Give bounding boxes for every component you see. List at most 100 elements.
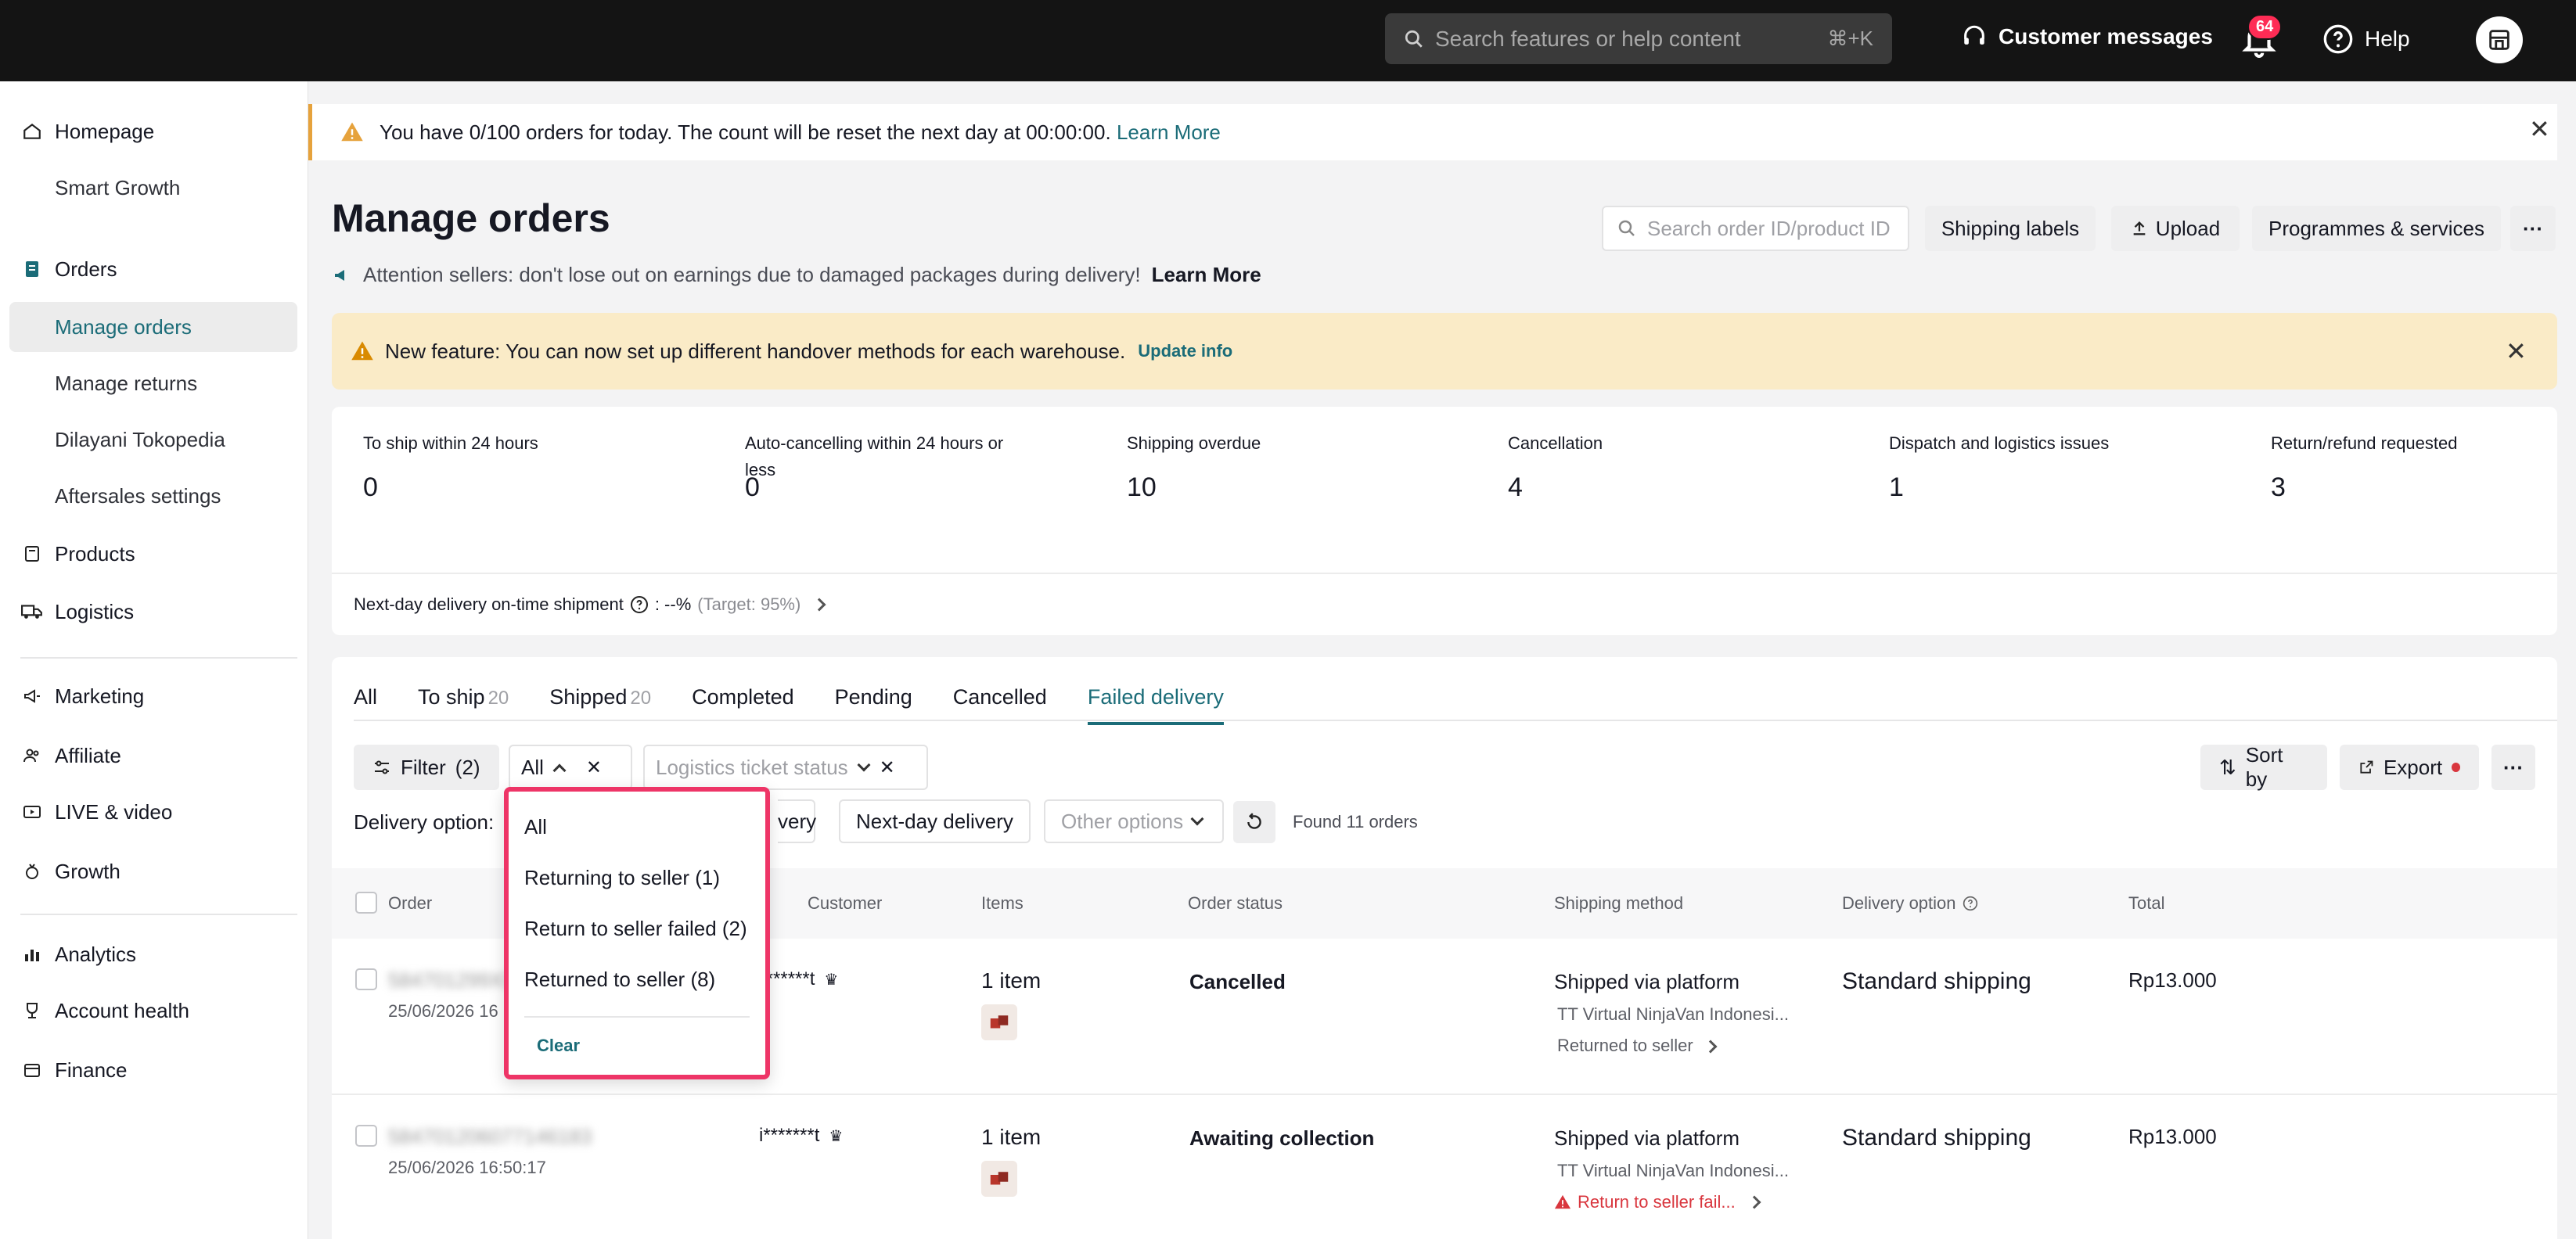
clear-icon[interactable]: ✕ xyxy=(586,756,602,779)
shipping-labels-button[interactable]: Shipping labels xyxy=(1925,206,2096,251)
stat-dispatch-issues[interactable]: Dispatch and logistics issues 1 xyxy=(1889,430,2155,503)
sidebar-item-manage-orders[interactable]: Manage orders xyxy=(9,302,297,352)
sidebar-item-live-video[interactable]: LIVE & video xyxy=(0,796,308,828)
shipment-status-text: Return to seller fail... xyxy=(1578,1192,1736,1212)
global-search-input[interactable]: Search features or help content ⌘+K xyxy=(1385,13,1892,64)
stat-value: 4 xyxy=(1508,472,1523,502)
sort-by-button[interactable]: ⇅ Sort by xyxy=(2200,743,2327,791)
more-options-icon[interactable]: ··· xyxy=(2491,745,2535,790)
sidebar-item-orders[interactable]: Orders xyxy=(0,253,308,285)
sidebar-label-account-health: Account health xyxy=(55,998,190,1022)
shipment-status-link[interactable]: Returned to seller xyxy=(1557,1036,1718,1056)
sidebar-item-aftersales-settings[interactable]: Aftersales settings xyxy=(0,480,308,512)
home-icon xyxy=(20,120,44,143)
reset-filters-button[interactable] xyxy=(1233,801,1275,843)
help-icon[interactable] xyxy=(1963,896,1978,911)
dropdown-clear-button[interactable]: Clear xyxy=(537,1036,580,1056)
chevron-down-icon xyxy=(1190,812,1204,826)
order-status: Cancelled xyxy=(1189,970,1286,993)
product-thumbnail[interactable] xyxy=(981,1004,1017,1040)
clear-icon[interactable]: ✕ xyxy=(880,756,895,779)
customer-messages-button[interactable]: Customer messages xyxy=(1961,23,2213,50)
programmes-services-button[interactable]: Programmes & services xyxy=(2252,206,2501,251)
stat-value: 1 xyxy=(1889,472,1904,502)
update-info-link[interactable]: Update info xyxy=(1138,341,1232,361)
dropdown-option-return-failed[interactable]: Return to seller failed (2) xyxy=(524,917,747,941)
upload-icon xyxy=(2133,221,2146,235)
delivery-option: Standard shipping xyxy=(1842,1125,2031,1151)
sidebar-label-smart-growth: Smart Growth xyxy=(55,175,181,199)
sidebar-label-growth: Growth xyxy=(55,859,121,883)
stat-shipping-overdue[interactable]: Shipping overdue 10 xyxy=(1127,430,1393,503)
help-icon[interactable] xyxy=(630,595,649,614)
select-all-checkbox[interactable] xyxy=(355,892,377,914)
tab-count: 20 xyxy=(487,688,509,709)
sidebar-item-affiliate[interactable]: Affiliate xyxy=(0,740,308,771)
sidebar-item-smart-growth[interactable]: Smart Growth xyxy=(0,172,308,203)
stat-auto-cancelling[interactable]: Auto-cancelling within 24 hours or less … xyxy=(745,430,1011,503)
refresh-icon xyxy=(1247,813,1261,829)
product-thumbnail[interactable] xyxy=(981,1161,1017,1197)
row-checkbox[interactable] xyxy=(355,1125,377,1147)
sidebar-item-manage-returns[interactable]: Manage returns xyxy=(0,368,308,399)
sidebar-item-marketing[interactable]: Marketing xyxy=(0,681,308,712)
sidebar-label-homepage: Homepage xyxy=(55,119,155,143)
other-options-select[interactable]: Other options xyxy=(1044,799,1224,843)
close-icon[interactable]: ✕ xyxy=(2506,336,2527,366)
more-options-icon[interactable]: ··· xyxy=(2510,206,2556,251)
ontime-shipment-metric[interactable]: Next-day delivery on-time shipment : --%… xyxy=(354,594,826,615)
filter-label: Filter xyxy=(401,755,446,779)
column-header-order-status: Order status xyxy=(1188,893,1283,913)
sidebar-item-finance[interactable]: Finance xyxy=(0,1054,308,1086)
truck-icon xyxy=(20,600,44,623)
dropdown-option-returning[interactable]: Returning to seller (1) xyxy=(524,866,720,890)
product-image-icon xyxy=(990,1015,1009,1029)
tab-label: Cancelled xyxy=(952,685,1047,709)
sidebar-label-marketing: Marketing xyxy=(55,684,145,708)
upload-button[interactable]: Upload xyxy=(2111,206,2240,251)
store-avatar[interactable] xyxy=(2476,16,2523,63)
table-row[interactable]: 584701206077146183 25/06/2026 16:50:17 i… xyxy=(332,1095,2557,1239)
stats-divider xyxy=(332,573,2557,574)
sidebar-label-finance: Finance xyxy=(55,1058,128,1082)
logistics-ticket-select[interactable]: Logistics ticket status ✕ xyxy=(643,745,928,790)
delivery-chip-next-day[interactable]: Next-day delivery xyxy=(839,799,1031,843)
help-button[interactable]: Help xyxy=(2322,23,2410,55)
sidebar-item-analytics[interactable]: Analytics xyxy=(0,939,308,970)
sidebar-item-growth[interactable]: Growth xyxy=(0,856,308,887)
return-status-select[interactable]: All ✕ xyxy=(509,745,632,790)
order-id[interactable]: 584701206077146183 xyxy=(388,1125,592,1149)
filter-button[interactable]: Filter (2) xyxy=(354,745,499,790)
sidebar-item-account-health[interactable]: Account health xyxy=(0,995,308,1026)
sidebar-item-products[interactable]: Products xyxy=(0,538,308,569)
stat-return-refund[interactable]: Return/refund requested 3 xyxy=(2271,430,2537,503)
column-header-customer: Customer xyxy=(808,893,882,914)
stat-cancellation[interactable]: Cancellation 4 xyxy=(1508,430,1774,503)
sidebar-item-dilayani-tokopedia[interactable]: Dilayani Tokopedia xyxy=(0,424,308,455)
warning-icon xyxy=(351,341,373,361)
tabs-divider xyxy=(354,720,2557,721)
export-button[interactable]: Export xyxy=(2340,745,2479,790)
delivery-option: Standard shipping xyxy=(1842,968,2031,994)
carrier-name: TT Virtual NinjaVan Indonesi... xyxy=(1557,1004,1789,1024)
sidebar-item-logistics[interactable]: Logistics xyxy=(0,596,308,627)
search-icon xyxy=(1405,30,1423,48)
sidebar-label-manage-returns: Manage returns xyxy=(55,371,198,395)
order-limit-learn-more[interactable]: Learn More xyxy=(1117,120,1221,145)
shipment-status-link[interactable]: Return to seller fail... xyxy=(1554,1192,1761,1212)
dropdown-option-returned[interactable]: Returned to seller (8) xyxy=(524,968,715,992)
attention-learn-more[interactable]: Learn More xyxy=(1152,263,1261,287)
row-checkbox[interactable] xyxy=(355,968,377,990)
dropdown-option-all[interactable]: All xyxy=(524,815,547,839)
items-count: 1 item xyxy=(981,968,1042,993)
stat-to-ship[interactable]: To ship within 24 hours 0 xyxy=(363,430,629,503)
stat-value: 0 xyxy=(363,472,378,502)
other-options-placeholder: Other options xyxy=(1061,809,1184,833)
sidebar-item-homepage[interactable]: Homepage xyxy=(0,116,308,147)
headset-icon xyxy=(1964,25,1984,45)
order-search-input[interactable]: Search order ID/product ID xyxy=(1602,206,1909,251)
delivery-chip-standard[interactable]: very xyxy=(778,799,817,843)
close-icon[interactable]: ✕ xyxy=(2529,114,2550,144)
delivery-chip-label: very xyxy=(778,809,817,833)
tab-label: All xyxy=(354,685,378,709)
